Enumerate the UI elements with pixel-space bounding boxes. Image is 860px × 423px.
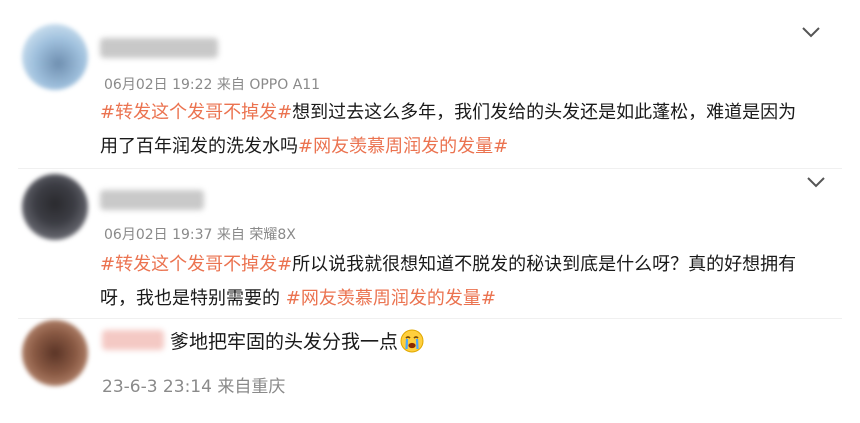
avatar[interactable] xyxy=(22,320,88,386)
hashtag-link[interactable]: #转发这个发哥不掉发# xyxy=(100,102,292,123)
divider xyxy=(18,168,842,169)
comment-meta: 06月02日 19:37 来自 荣耀8X xyxy=(104,227,296,243)
divider xyxy=(18,318,842,319)
chevron-down-icon[interactable] xyxy=(800,25,822,39)
comment-text-part: 所以说我就很想知道不脱发的秘诀到底是什么呀？真的好想拥有 xyxy=(292,254,797,275)
hashtag-link[interactable]: #网友羡慕周润发的发量# xyxy=(298,136,508,157)
comment-meta: 23-6-3 23:14 来自重庆 xyxy=(102,377,286,397)
username-redacted[interactable] xyxy=(100,38,218,58)
comment-text: #转发这个发哥不掉发#想到过去这么多年，我们发给的头发还是如此蓬松，难道是因为 … xyxy=(100,96,820,164)
hashtag-link[interactable]: #网友羡慕周润发的发量# xyxy=(286,288,496,309)
comment-text: #转发这个发哥不掉发#所以说我就很想知道不脱发的秘诀到底是什么呀？真的好想拥有 … xyxy=(100,248,830,316)
chevron-down-icon[interactable] xyxy=(805,175,827,189)
comment-text-part: 用了百年润发的洗发水吗 xyxy=(100,136,298,157)
avatar[interactable] xyxy=(22,174,88,240)
comment-text-part: 爹地把牢固的头发分我一点 xyxy=(170,331,399,353)
comment-meta: 06月02日 19:22 来自 OPPO A11 xyxy=(104,77,321,93)
hashtag-link[interactable]: #转发这个发哥不掉发# xyxy=(100,254,292,275)
crying-face-icon xyxy=(400,329,424,364)
avatar[interactable] xyxy=(22,24,88,90)
comment-text-part: 想到过去这么多年，我们发给的头发还是如此蓬松，难道是因为 xyxy=(292,102,797,123)
username-redacted[interactable] xyxy=(102,330,164,350)
username-redacted[interactable] xyxy=(100,190,204,210)
comment-text-part: 呀，我也是特别需要的 xyxy=(100,288,286,309)
comment-text: 爹地把牢固的头发分我一点 xyxy=(170,325,470,364)
